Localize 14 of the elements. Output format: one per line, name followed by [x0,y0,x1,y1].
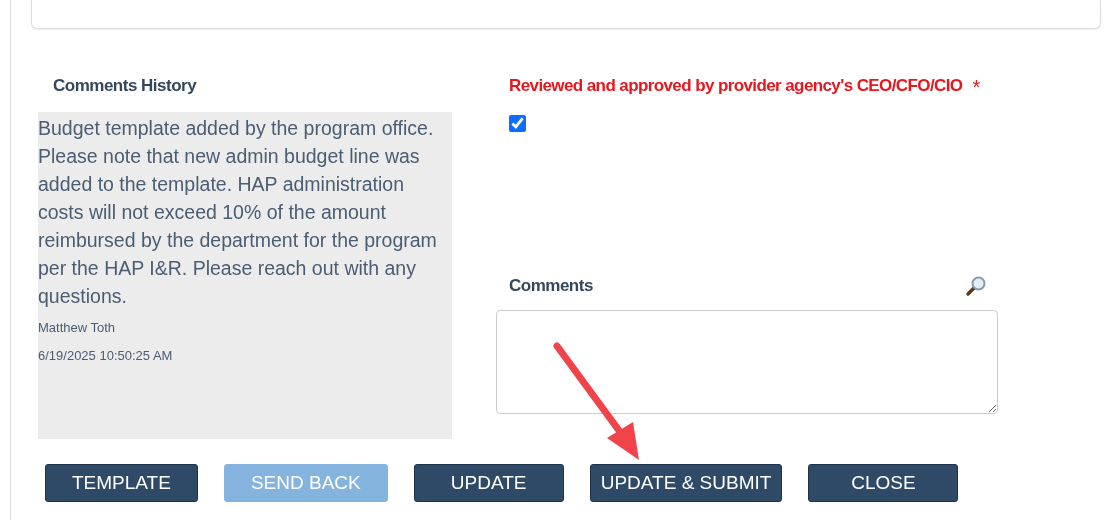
action-button[interactable]: UPDATE [413,464,564,502]
search-icon[interactable] [964,274,988,298]
approval-label: Reviewed and approved by provider agency's CEO/CFO/CIO [509,76,963,97]
comments-field[interactable] [496,310,998,414]
action-button[interactable]: UPDATE & SUBMIT [589,464,783,502]
action-button[interactable]: CLOSE [808,464,959,502]
required-mark: * [972,76,981,99]
action-button[interactable]: TEMPLATE [45,464,198,502]
comments-label: Comments [509,276,593,296]
approval-checkbox[interactable] [509,115,526,132]
comments-history-label: Comments History [53,76,198,96]
comment-author: Matthew Toth [38,319,117,337]
comment-timestamp: 6/19/2025 10:50:25 AM [38,347,174,365]
comment-text: Budget template added by the program office. Please note that new admin budget line was added to the template. HAP administration costs will not exceed 10% of the amount reimbursed by the department for the program per the HAP I&R. Please reach out with any questions. [38,116,438,309]
